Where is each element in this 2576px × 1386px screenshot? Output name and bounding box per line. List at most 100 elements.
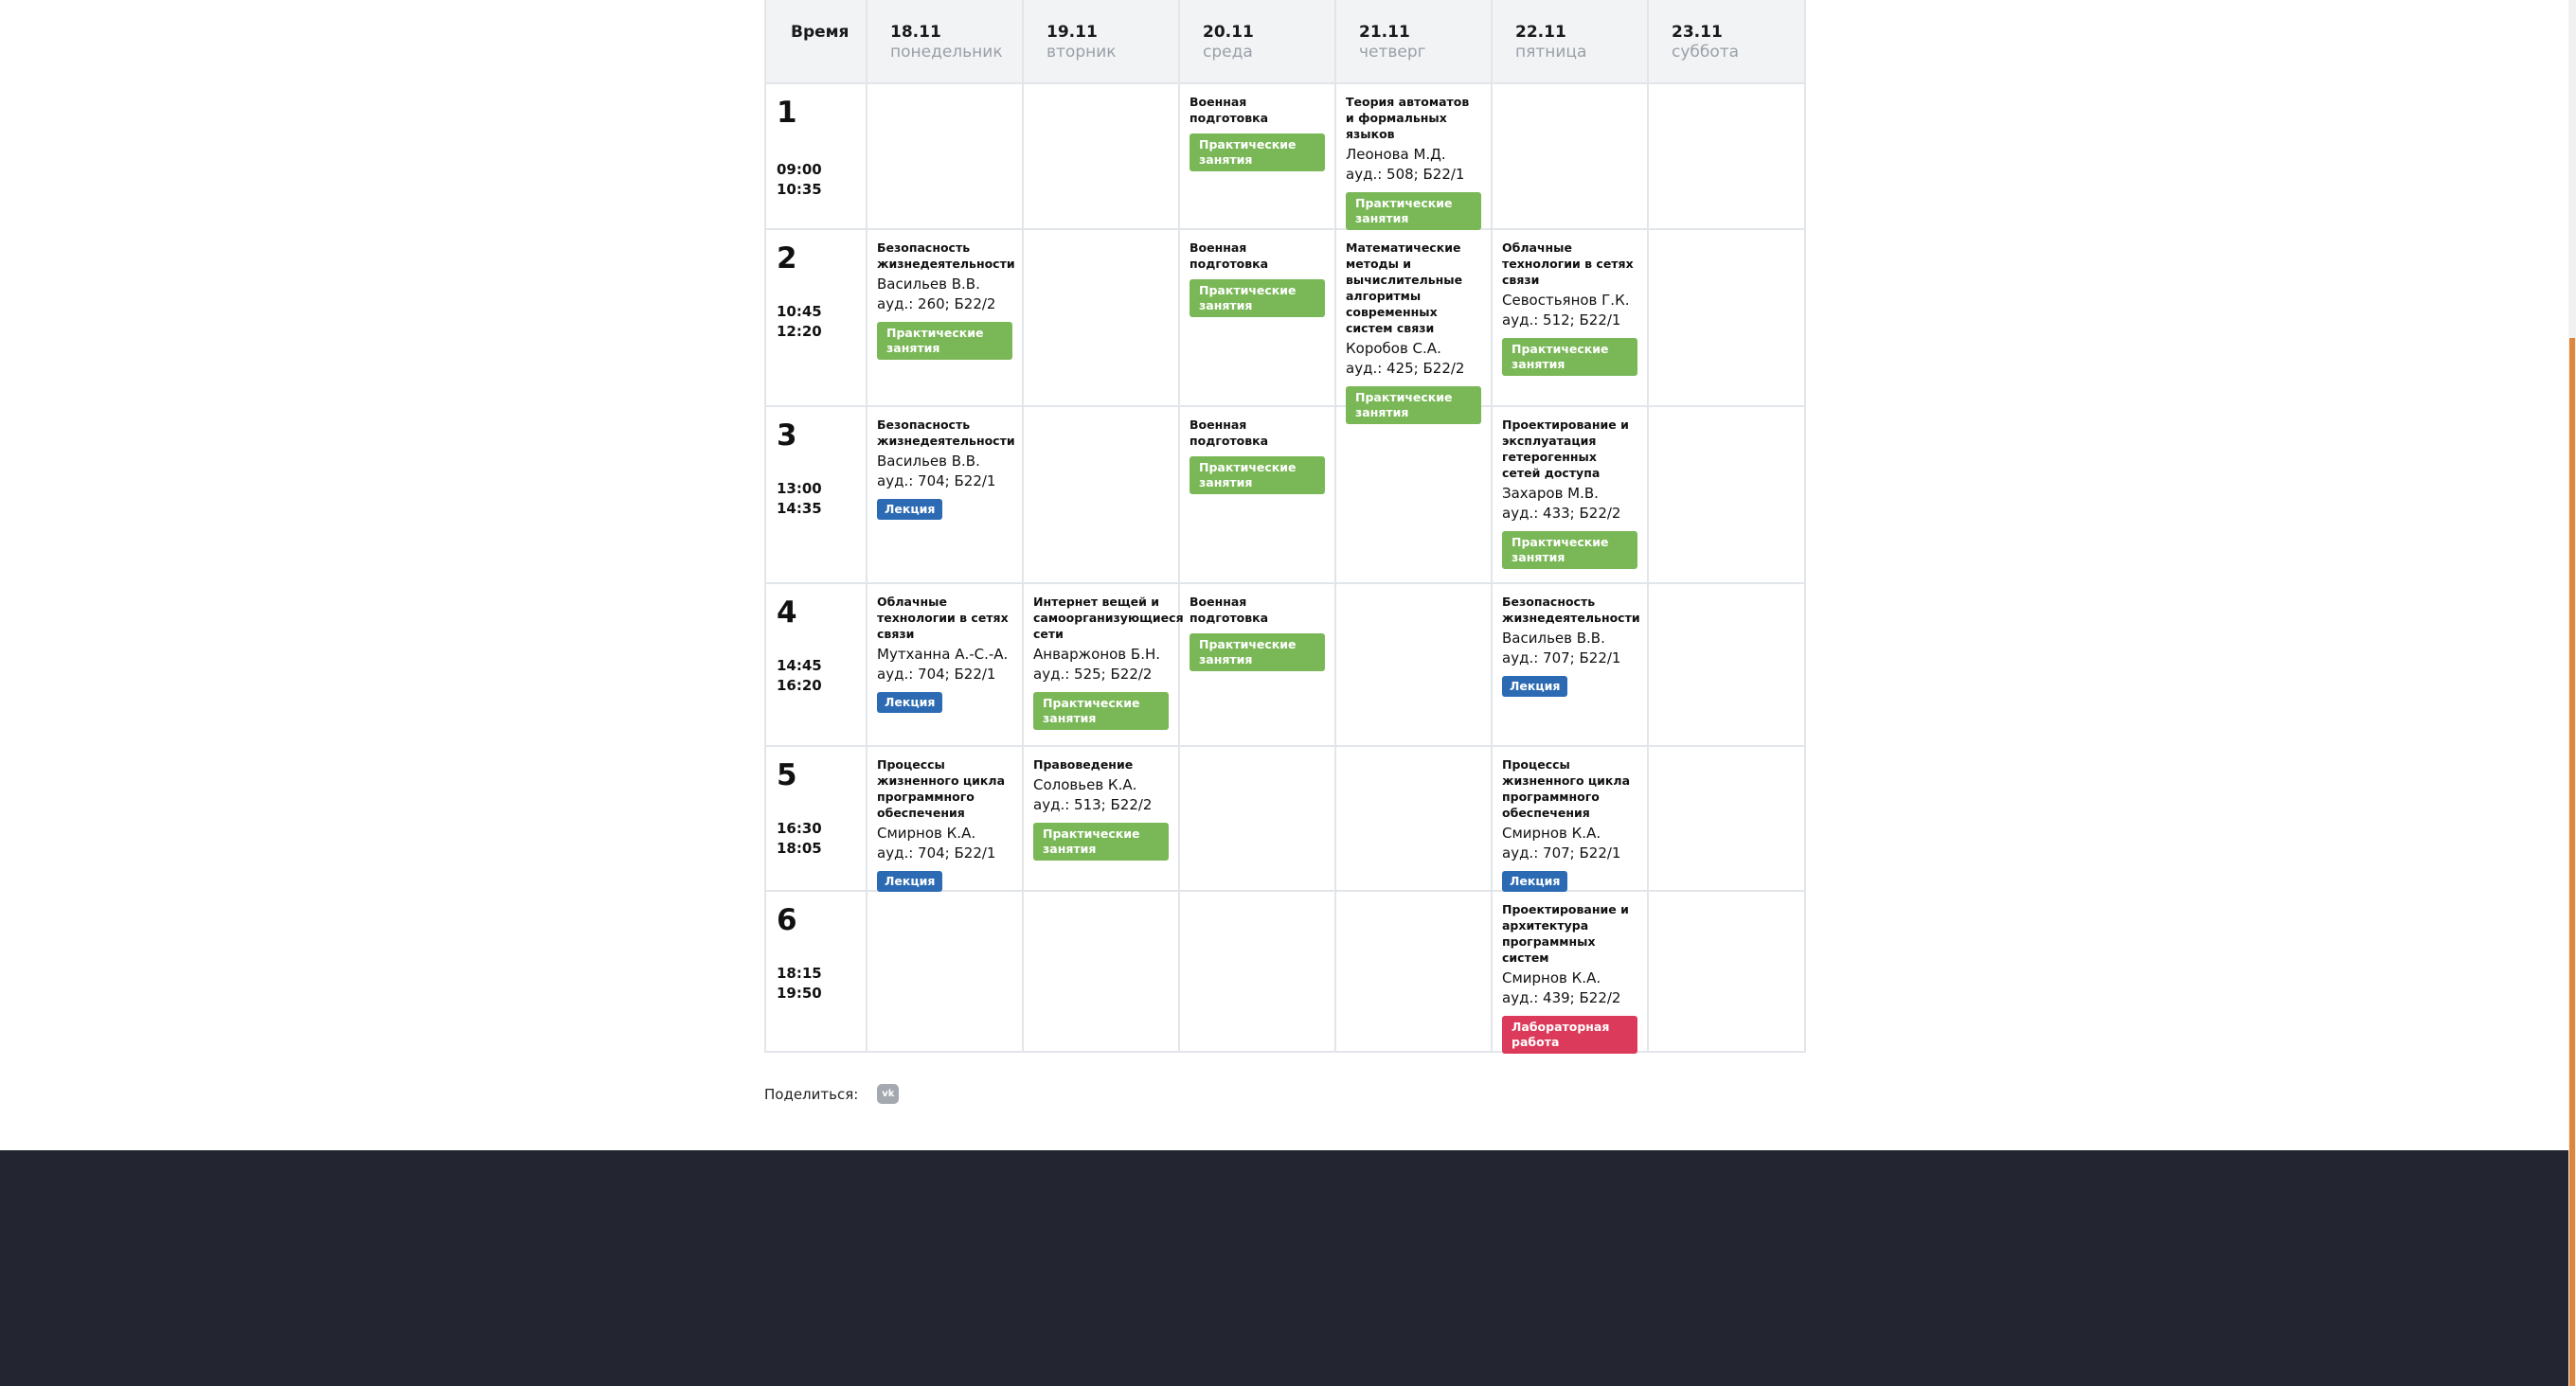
lesson-subject: Безопасность жизнедеятельности bbox=[877, 240, 1015, 271]
vk-icon[interactable]: vk bbox=[877, 1084, 900, 1104]
lesson-room: ауд.: 707; Б22/1 bbox=[1502, 844, 1621, 862]
lesson-room: ауд.: 513; Б22/2 bbox=[1033, 796, 1153, 813]
pair-time-cell: 2 10:45 12:20 bbox=[766, 230, 868, 405]
empty-slot bbox=[1024, 230, 1180, 405]
lesson-card[interactable]: Безопасность жизнедеятельности Васильев … bbox=[1493, 584, 1649, 745]
lesson-type-badge: Практические занятия bbox=[1190, 279, 1325, 317]
day-header-fri: 22.11 пятница bbox=[1493, 0, 1649, 82]
pair-start-time: 16:30 bbox=[777, 820, 822, 837]
lesson-subject: Военная подготовка bbox=[1190, 418, 1269, 448]
lesson-teacher: Леонова М.Д. bbox=[1346, 146, 1446, 163]
lesson-type-badge: Практические занятия bbox=[1502, 531, 1637, 569]
pair-start-time: 10:45 bbox=[777, 303, 822, 320]
empty-slot bbox=[868, 84, 1024, 228]
lesson-teacher: Севостьянов Г.К. bbox=[1502, 292, 1630, 309]
lesson-teacher: Васильев В.В. bbox=[877, 275, 980, 293]
lesson-type-badge: Практические занятия bbox=[1346, 192, 1481, 230]
pair-end-time: 19:50 bbox=[777, 985, 822, 1002]
pair-time-cell: 3 13:00 14:35 bbox=[766, 407, 868, 582]
lesson-card[interactable]: Военная подготовка Практические занятия bbox=[1180, 230, 1336, 405]
lesson-card[interactable]: Военная подготовка Практические занятия bbox=[1180, 84, 1336, 228]
pair-start-time: 14:45 bbox=[777, 657, 822, 674]
lesson-subject: Проектирование и архитектура программных… bbox=[1502, 902, 1629, 965]
pair-end-time: 10:35 bbox=[777, 181, 822, 198]
lesson-type-badge: Практические занятия bbox=[1190, 633, 1325, 671]
day-weekday: понедельник bbox=[890, 43, 1003, 62]
day-header-tue: 19.11 вторник bbox=[1024, 0, 1180, 82]
pair-end-time: 18:05 bbox=[777, 840, 822, 857]
lesson-card[interactable]: Интернет вещей и самоорганизующиеся сети… bbox=[1024, 584, 1184, 745]
time-column-header: Время bbox=[766, 0, 868, 82]
lesson-teacher: Анваржонов Б.Н. bbox=[1033, 646, 1161, 663]
empty-slot bbox=[1649, 84, 1803, 228]
day-header-thu: 21.11 четверг bbox=[1336, 0, 1493, 82]
page-footer bbox=[0, 1150, 2568, 1386]
lesson-teacher: Смирнов К.А. bbox=[1502, 969, 1601, 986]
lesson-teacher: Смирнов К.А. bbox=[877, 825, 976, 842]
lesson-card[interactable]: Процессы жизненного цикла программного о… bbox=[1493, 747, 1649, 892]
lesson-teacher: Васильев В.В. bbox=[877, 453, 980, 470]
lesson-subject: Безопасность жизнедеятельности bbox=[877, 418, 1015, 448]
day-weekday: четверг bbox=[1359, 43, 1426, 62]
pair-end-time: 16:20 bbox=[777, 677, 822, 694]
lesson-card[interactable]: Правоведение Соловьев К.А. ауд.: 513; Б2… bbox=[1024, 747, 1180, 890]
day-date: 23.11 bbox=[1672, 23, 1723, 42]
pair-row-2: 2 10:45 12:20 Безопасность жизнедеятельн… bbox=[766, 230, 1804, 424]
lesson-subject: Теория автоматов и формальных языков bbox=[1346, 95, 1470, 141]
lesson-room: ауд.: 512; Б22/1 bbox=[1502, 311, 1621, 329]
pair-end-time: 12:20 bbox=[777, 323, 822, 340]
day-date: 21.11 bbox=[1359, 23, 1410, 42]
lesson-subject: Военная подготовка bbox=[1190, 240, 1269, 271]
empty-slot bbox=[1024, 84, 1180, 228]
lesson-card[interactable]: Математические методы и вычислительные а… bbox=[1336, 230, 1493, 424]
lesson-card[interactable]: Облачные технологии в сетях связи Севост… bbox=[1493, 230, 1649, 405]
share-label: Поделиться: bbox=[764, 1085, 859, 1103]
lesson-type-badge: Практические занятия bbox=[877, 322, 1012, 360]
empty-slot bbox=[868, 892, 1024, 1051]
day-date: 22.11 bbox=[1515, 23, 1566, 42]
empty-slot bbox=[1024, 892, 1180, 1051]
lesson-teacher: Захаров М.В. bbox=[1502, 485, 1599, 502]
lesson-subject: Облачные технологии в сетях связи bbox=[877, 595, 1009, 641]
lesson-teacher: Мутханна А.-С.-А. bbox=[877, 646, 1009, 663]
lesson-subject: Военная подготовка bbox=[1190, 595, 1269, 625]
lesson-room: ауд.: 704; Б22/1 bbox=[877, 666, 996, 683]
lesson-card[interactable]: Военная подготовка Практические занятия bbox=[1180, 584, 1336, 745]
lesson-subject: Облачные технологии в сетях связи bbox=[1502, 240, 1634, 287]
lesson-room: ауд.: 704; Б22/1 bbox=[877, 844, 996, 862]
pair-number: 2 bbox=[777, 241, 797, 275]
scrollbar-thumb[interactable] bbox=[2569, 338, 2575, 1386]
schedule-table: Время 18.11 понедельник 19.11 вторник 20… bbox=[764, 0, 1806, 1054]
lesson-card[interactable]: Процессы жизненного цикла программного о… bbox=[868, 747, 1024, 892]
pair-number: 6 bbox=[777, 903, 797, 937]
lesson-card[interactable]: Проектирование и эксплуатация гетерогенн… bbox=[1493, 407, 1649, 582]
empty-slot bbox=[1180, 892, 1336, 1051]
lesson-teacher: Васильев В.В. bbox=[1502, 630, 1605, 647]
lesson-teacher: Смирнов К.А. bbox=[1502, 825, 1601, 842]
day-header-wed: 20.11 среда bbox=[1180, 0, 1336, 82]
day-weekday: пятница bbox=[1515, 43, 1587, 62]
lesson-card[interactable]: Безопасность жизнедеятельности Васильев … bbox=[868, 407, 1024, 582]
lesson-card[interactable]: Облачные технологии в сетях связи Мутхан… bbox=[868, 584, 1024, 745]
lesson-card[interactable]: Военная подготовка Практические занятия bbox=[1180, 407, 1336, 582]
pair-start-time: 09:00 bbox=[777, 161, 822, 178]
empty-slot bbox=[1649, 407, 1803, 582]
pair-row-3: 3 13:00 14:35 Безопасность жизнедеятельн… bbox=[766, 407, 1804, 584]
lesson-room: ауд.: 425; Б22/2 bbox=[1346, 360, 1465, 377]
lesson-card[interactable]: Безопасность жизнедеятельности Васильев … bbox=[868, 230, 1024, 405]
pair-number: 4 bbox=[777, 595, 797, 630]
lesson-subject: Правоведение bbox=[1033, 757, 1134, 772]
lesson-card[interactable]: Теория автоматов и формальных языков Лео… bbox=[1336, 84, 1493, 230]
lesson-card[interactable]: Проектирование и архитектура программных… bbox=[1493, 892, 1649, 1054]
pair-time-range: 18:15 19:50 bbox=[777, 964, 822, 1004]
lesson-room: ауд.: 704; Б22/1 bbox=[877, 472, 996, 489]
lesson-type-badge: Лабораторная работа bbox=[1502, 1016, 1637, 1054]
lesson-room: ауд.: 525; Б22/2 bbox=[1033, 666, 1153, 683]
empty-slot bbox=[1649, 230, 1803, 405]
pair-time-range: 16:30 18:05 bbox=[777, 819, 822, 859]
empty-slot bbox=[1336, 747, 1493, 890]
pair-end-time: 14:35 bbox=[777, 500, 822, 517]
lesson-type-badge: Лекция bbox=[877, 499, 943, 520]
pair-time-cell: 1 09:00 10:35 bbox=[766, 84, 868, 228]
pair-row-6: 6 18:15 19:50 Проектирование и архитекту… bbox=[766, 892, 1804, 1054]
